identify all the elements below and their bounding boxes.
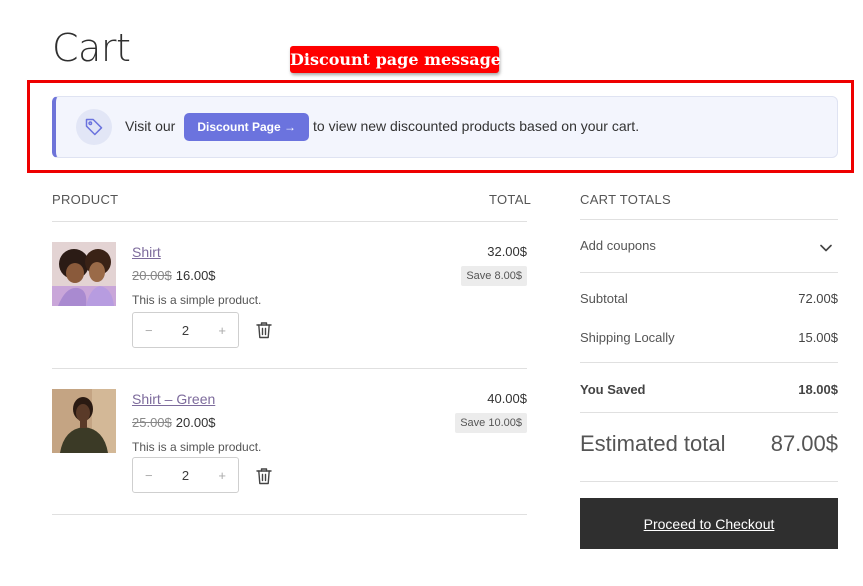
subtotal-label: Subtotal [580, 291, 628, 306]
quantity-stepper: − 2 + [132, 457, 239, 493]
discount-page-button[interactable]: Discount Page → [184, 113, 310, 141]
page-title: Cart [52, 26, 131, 70]
shipping-label: Shipping Locally [580, 330, 675, 345]
trash-icon[interactable] [256, 467, 272, 490]
sale-price: 20.00$ [175, 415, 216, 430]
subtotal-row: Subtotal 72.00$ [580, 291, 838, 306]
product-image[interactable] [52, 389, 116, 453]
quantity-increase-button[interactable]: + [218, 323, 226, 338]
price-row: 20.00$ 16.00$ [132, 268, 216, 283]
divider [52, 514, 527, 515]
price-row: 25.00$ 20.00$ [132, 415, 216, 430]
add-coupons-label: Add coupons [580, 238, 656, 253]
quantity-stepper: − 2 + [132, 312, 239, 348]
notice-text-after: to view new discounted products based on… [313, 118, 640, 134]
shipping-row: Shipping Locally 15.00$ [580, 330, 838, 345]
product-description: This is a simple product. [132, 293, 262, 307]
divider [580, 481, 838, 482]
original-price: 20.00$ [132, 268, 172, 283]
divider [580, 362, 838, 363]
product-name-link[interactable]: Shirt – Green [132, 391, 215, 407]
cart-totals-header: CART TOTALS [580, 192, 671, 207]
tag-icon [76, 109, 112, 145]
product-description: This is a simple product. [132, 440, 262, 454]
you-saved-label: You Saved [580, 382, 646, 397]
product-name-link[interactable]: Shirt [132, 244, 161, 260]
save-badge: Save 8.00$ [461, 266, 527, 286]
estimated-total-row: Estimated total 87.00$ [580, 431, 838, 457]
add-coupons-toggle[interactable]: Add coupons [580, 238, 838, 255]
you-saved-value: 18.00$ [798, 382, 838, 397]
divider [580, 272, 838, 273]
quantity-value[interactable]: 2 [182, 468, 189, 483]
proceed-to-checkout-button[interactable]: Proceed to Checkout [580, 498, 838, 549]
total-column-header: TOTAL [489, 192, 532, 207]
quantity-value[interactable]: 2 [182, 323, 189, 338]
estimated-total-value: 87.00$ [770, 431, 838, 456]
discount-notice: Visit our Discount Page → to view new disc… [52, 96, 838, 158]
estimated-total-label: Estimated total [580, 431, 726, 456]
divider [52, 221, 527, 222]
shipping-value: 15.00$ [798, 330, 838, 345]
subtotal-value: 72.00$ [798, 291, 838, 306]
divider [580, 412, 838, 413]
quantity-decrease-button[interactable]: − [145, 323, 153, 338]
cart-item: Shirt 20.00$ 16.00$ This is a simple prod… [52, 242, 527, 362]
divider [52, 368, 527, 369]
notice-text: Visit our Discount Page → to view new disc… [125, 113, 639, 141]
item-total: 32.00$ [487, 244, 527, 259]
sale-price: 16.00$ [175, 268, 216, 283]
divider [580, 219, 838, 220]
chevron-down-icon [820, 240, 832, 255]
product-column-header: PRODUCT [52, 192, 119, 207]
item-total: 40.00$ [487, 391, 527, 406]
product-image[interactable] [52, 242, 116, 306]
quantity-decrease-button[interactable]: − [145, 468, 153, 483]
original-price: 25.00$ [132, 415, 172, 430]
notice-text-before: Visit our [125, 118, 176, 134]
trash-icon[interactable] [256, 321, 272, 344]
you-saved-row: You Saved 18.00$ [580, 382, 838, 397]
annotation-label: Discount page message [290, 46, 501, 73]
quantity-increase-button[interactable]: + [218, 468, 226, 483]
cart-item: Shirt – Green 25.00$ 20.00$ This is a sim… [52, 389, 527, 509]
save-badge: Save 10.00$ [455, 413, 527, 433]
